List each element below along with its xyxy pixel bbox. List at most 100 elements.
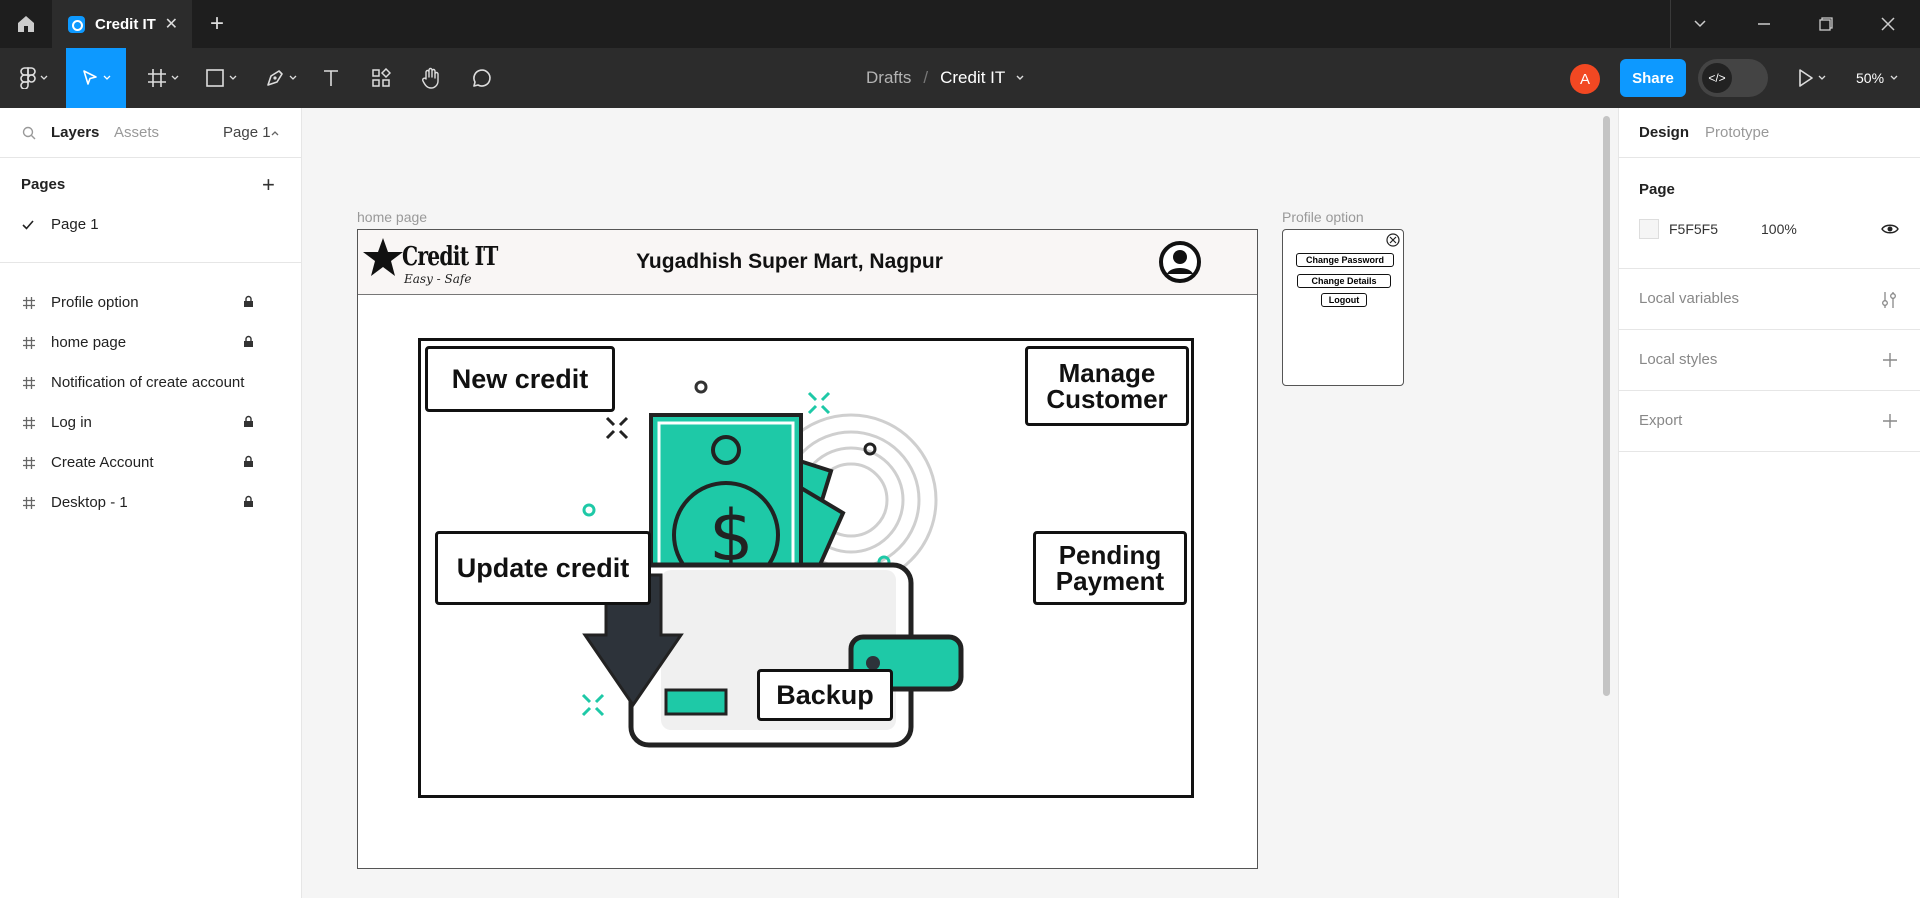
variables-sliders-icon[interactable] [1881,291,1897,309]
new-tab-button[interactable]: + [210,10,224,38]
logout-button[interactable]: Logout [1321,293,1367,307]
file-tab[interactable]: Credit IT ✕ [52,0,192,48]
chevron-down-icon[interactable] [1015,73,1025,83]
chevron-down-icon [171,75,179,80]
frame-label-home[interactable]: home page [357,209,427,225]
comment-tool-button[interactable] [466,48,496,108]
minimize-button[interactable] [1738,0,1790,48]
panel-divider [0,262,301,263]
close-window-button[interactable] [1862,0,1914,48]
check-icon [22,220,34,230]
profile-option-frame[interactable]: Change Password Change Details Logout [1282,229,1404,386]
file-tab-title: Credit IT [95,15,156,33]
avatar[interactable]: A [1570,64,1600,94]
plus-icon[interactable] [1882,413,1898,429]
chevron-up-icon[interactable] [271,129,279,137]
zoom-level: 50% [1856,70,1885,86]
layer-item-home-page[interactable]: home page [0,323,301,363]
layer-item-create-account[interactable]: Create Account [0,443,301,483]
lock-icon[interactable] [243,295,254,308]
plus-icon[interactable] [1882,352,1898,368]
layer-item-notification[interactable]: Notification of create account [0,363,301,403]
layer-label: Log in [51,414,92,431]
hand-icon [422,67,439,89]
lock-icon[interactable] [243,455,254,468]
change-details-button[interactable]: Change Details [1297,274,1391,288]
eye-icon[interactable] [1881,223,1899,235]
frame-hash-icon [23,457,35,469]
update-credit-button[interactable]: Update credit [435,531,651,605]
layer-item-desktop-1[interactable]: Desktop - 1 [0,483,301,523]
tabs-dropdown-button[interactable] [1674,0,1726,48]
close-tab-icon[interactable]: ✕ [165,14,178,34]
design-canvas[interactable]: home page Profile option Credit IT Easy … [302,108,1618,898]
move-tool-button[interactable] [66,48,126,108]
search-icon[interactable] [22,126,36,140]
pending-payment-line-1: Pending [1058,540,1162,570]
tab-assets[interactable]: Assets [114,124,159,141]
frame-hash-icon [23,297,35,309]
file-name[interactable]: Credit IT [940,68,1005,88]
background-hex-input[interactable]: F5F5F5 [1669,221,1718,237]
page-selector[interactable]: Page 1 [223,124,271,141]
cursor-arrow-icon [83,70,97,85]
new-credit-button[interactable]: New credit [425,346,615,412]
lock-icon[interactable] [243,335,254,348]
restore-button[interactable] [1800,0,1852,48]
logo-tagline: Easy - Safe [404,272,472,286]
close-icon[interactable] [1386,233,1400,247]
breadcrumb-drafts[interactable]: Drafts [866,68,911,88]
background-color-swatch[interactable] [1639,219,1659,239]
resources-tool-button[interactable] [366,48,396,108]
chevron-down-icon [103,75,111,80]
lock-icon[interactable] [243,495,254,508]
pen-icon [267,70,283,86]
figma-file-icon [68,15,85,33]
right-sidebar: Design Prototype Page F5F5F5 100% Local … [1618,108,1920,898]
frame-hash-icon [148,69,166,87]
shape-tool-button[interactable] [198,48,244,108]
canvas-scrollbar[interactable] [1603,116,1610,696]
dev-mode-toggle[interactable]: </> [1698,59,1768,97]
profile-avatar-icon[interactable] [1158,240,1202,284]
tab-layers[interactable]: Layers [51,124,99,141]
hand-tool-button[interactable] [416,48,446,108]
frame-tool-button[interactable] [140,48,186,108]
local-variables-section[interactable]: Local variables [1619,269,1920,330]
share-button[interactable]: Share [1620,59,1686,97]
change-password-button[interactable]: Change Password [1296,253,1394,267]
main-menu-button[interactable] [12,48,56,108]
figma-logo-icon [20,67,36,89]
tab-design[interactable]: Design [1639,124,1689,141]
left-sidebar: Layers Assets Page 1 Pages + Page 1 Prof… [0,108,302,898]
lock-icon[interactable] [243,415,254,428]
rectangle-icon [206,69,224,87]
chevron-down-icon [40,75,48,80]
left-panel-tabs: Layers Assets Page 1 [0,108,301,158]
tab-prototype[interactable]: Prototype [1705,124,1769,141]
layer-item-log-in[interactable]: Log in [0,403,301,443]
home-button[interactable] [0,0,52,48]
background-opacity-input[interactable]: 100% [1761,221,1797,237]
layer-label: Profile option [51,294,139,311]
layer-item-profile-option[interactable]: Profile option [0,283,301,323]
zoom-menu[interactable]: 50% [1856,48,1898,108]
breadcrumb-separator: / [923,68,929,87]
frame-label-profile[interactable]: Profile option [1282,209,1364,225]
manage-customer-button[interactable]: Manage Customer [1025,346,1189,426]
page-section-title: Page [1639,181,1675,198]
window-controls-divider [1670,0,1671,48]
breadcrumb: Drafts / Credit IT [866,48,1025,108]
pending-payment-button[interactable]: Pending Payment [1033,531,1187,605]
add-page-button[interactable]: + [262,172,275,198]
page-item-page-1[interactable]: Page 1 [0,208,301,242]
present-button[interactable] [1792,48,1832,108]
pen-tool-button[interactable] [258,48,304,108]
export-section[interactable]: Export [1619,391,1920,452]
home-page-frame[interactable]: Credit IT Easy - Safe Yugadhish Super Ma… [357,229,1258,869]
local-styles-section[interactable]: Local styles [1619,330,1920,391]
close-icon [1881,17,1895,31]
text-tool-button[interactable] [316,48,346,108]
manage-customer-line-1: Manage [1058,358,1156,388]
backup-button[interactable]: Backup [757,669,893,721]
